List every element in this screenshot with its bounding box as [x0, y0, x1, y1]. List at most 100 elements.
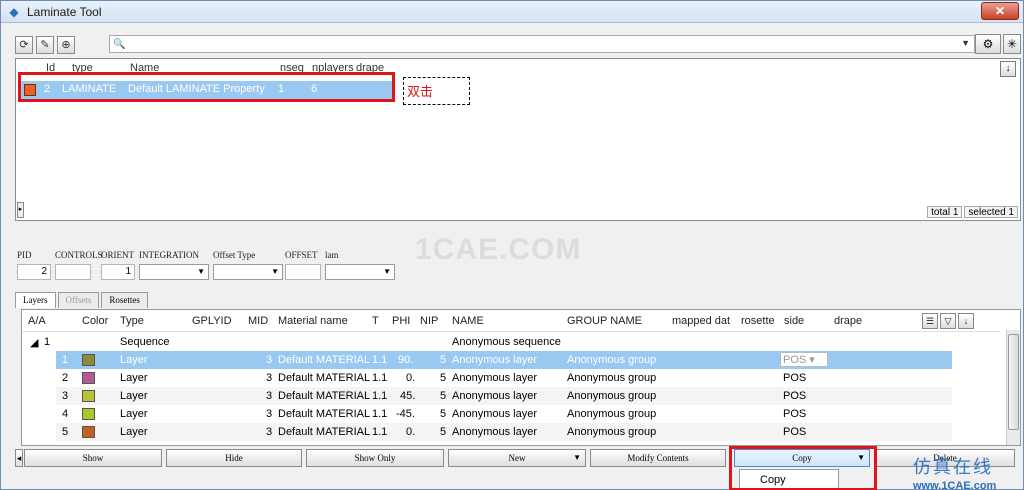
chevron-down-icon: ▼ [573, 453, 581, 462]
status-selected: selected 1 [964, 206, 1018, 218]
refresh-icon[interactable]: ⟳ [15, 36, 33, 54]
header-type[interactable]: Type [120, 315, 144, 327]
header-side[interactable]: side [784, 315, 804, 327]
gear-icon[interactable]: ⚙ [975, 34, 1001, 54]
double-click-annotation: 双击 [403, 77, 470, 105]
row-side: POS [783, 390, 807, 402]
close-button[interactable]: ✕ [981, 2, 1019, 20]
expand-left-icon[interactable]: ▸ [17, 202, 24, 218]
row-mid: 3 [266, 408, 273, 420]
label-controls: CONTROLS [55, 250, 103, 260]
row-t: 1.1 [372, 390, 388, 402]
table-row[interactable]: 2 Layer 3 Default MATERIAL 1.1 0. 5 Anon… [56, 369, 952, 387]
table-row[interactable]: 1 Layer 3 Default MATERIAL 1.1 90. 5 Ano… [56, 351, 952, 369]
layers-table-header: A/A Color Type GPLYID MID Material name … [22, 310, 1000, 332]
row-type: Layer [120, 372, 148, 384]
lam-select[interactable]: ▼ [325, 264, 395, 280]
tab-offsets[interactable]: Offsets [57, 292, 100, 308]
row-phi: 90. [398, 354, 414, 366]
tab-rosettes[interactable]: Rosettes [101, 292, 148, 308]
color-swatch[interactable] [82, 426, 95, 438]
offset-field[interactable] [285, 264, 321, 280]
row-side: POS [783, 372, 807, 384]
row-t: 1.1 [372, 408, 388, 420]
color-swatch[interactable] [82, 354, 95, 366]
table-row[interactable]: 5 Layer 3 Default MATERIAL 1.1 0. 5 Anon… [56, 423, 952, 441]
pid-field[interactable]: 2 [17, 264, 51, 280]
hide-button[interactable]: Hide [166, 449, 302, 467]
row-aa: 2 [62, 372, 69, 384]
search-input[interactable] [127, 36, 974, 52]
row-t: 1.1 [372, 426, 388, 438]
new-button[interactable]: New ▼ [448, 449, 586, 467]
header-mapped[interactable]: mapped dat [672, 315, 730, 327]
label-integration: INTEGRATION [139, 250, 199, 260]
header-aa[interactable]: A/A [28, 315, 46, 327]
header-gplyid[interactable]: GPLYID [192, 315, 232, 327]
header-mid[interactable]: MID [248, 315, 268, 327]
filter-icon[interactable]: ▽ [940, 313, 956, 329]
arrow-down-icon[interactable]: ↓ [1000, 61, 1016, 77]
highlight-box [729, 446, 877, 490]
header-color[interactable]: Color [82, 315, 108, 327]
header-nip[interactable]: NIP [420, 315, 438, 327]
header-tools: ☰ ▽ ↓ [920, 313, 974, 329]
label-orient: ORIENT [101, 250, 134, 260]
row-material: Default MATERIAL [278, 372, 371, 384]
color-swatch[interactable] [82, 390, 95, 402]
show-button[interactable]: Show [24, 449, 162, 467]
brush-icon[interactable]: ✎ [36, 36, 54, 54]
row-name: Anonymous layer [452, 372, 537, 384]
scrollbar-thumb[interactable] [1008, 334, 1019, 430]
show-only-button[interactable]: Show Only [306, 449, 444, 467]
row-group: Anonymous group [567, 408, 657, 420]
row-name: Anonymous layer [452, 426, 537, 438]
brand-watermark: 仿真在线 www.1CAE.com [913, 453, 1024, 490]
tab-layers[interactable]: Layers [15, 292, 56, 308]
row-nip: 5 [440, 408, 447, 420]
offset-type-select[interactable]: ▼ [213, 264, 283, 280]
row-mid: 3 [266, 354, 273, 366]
header-drape[interactable]: drape [834, 315, 862, 327]
status-total: total 1 [927, 206, 963, 218]
header-t[interactable]: T [372, 315, 379, 327]
row-group: Anonymous group [567, 354, 657, 366]
toolbar: ⟳ ✎ ⊕ 🔍 ▼ ⚙ ✳ [15, 34, 1021, 56]
vertical-scrollbar[interactable] [1006, 330, 1020, 445]
label-offset: OFFSET [285, 250, 318, 260]
asterisk-icon[interactable]: ✳ [1003, 34, 1021, 54]
expand-left-icon[interactable]: ◂ [15, 449, 23, 467]
sequence-row[interactable]: ◢ 1 Sequence Anonymous sequence [22, 333, 952, 351]
color-swatch[interactable] [82, 408, 95, 420]
row-material: Default MATERIAL [278, 426, 371, 438]
row-side: POS [783, 426, 807, 438]
table-row[interactable]: 4 Layer 3 Default MATERIAL 1.1 -45. 5 An… [56, 405, 952, 423]
side-select[interactable]: POS ▾ [780, 352, 828, 367]
row-type: Layer [120, 408, 148, 420]
row-material: Default MATERIAL [278, 354, 371, 366]
arrow-down-icon[interactable]: ↓ [958, 313, 974, 329]
search-icon: 🔍 [113, 38, 126, 50]
color-swatch[interactable] [82, 372, 95, 384]
table-row[interactable]: 3 Layer 3 Default MATERIAL 1.1 45. 5 Ano… [56, 387, 952, 405]
row-group: Anonymous group [567, 372, 657, 384]
orient-field[interactable]: 1 [101, 264, 135, 280]
chevron-down-icon[interactable]: ▼ [961, 38, 970, 48]
sequence-type: Sequence [120, 336, 170, 348]
column-list-icon[interactable]: ☰ [922, 313, 938, 329]
tab-bar: Layers Offsets Rosettes [15, 292, 150, 308]
expand-icon[interactable]: ◢ [30, 336, 38, 349]
integration-select[interactable]: ▼ [139, 264, 209, 280]
header-material[interactable]: Material name [278, 315, 348, 327]
row-phi: -45. [396, 408, 415, 420]
controls-field[interactable] [55, 264, 91, 280]
zoom-icon[interactable]: ⊕ [57, 36, 75, 54]
header-rosette[interactable]: rosette [741, 315, 775, 327]
row-material: Default MATERIAL [278, 390, 371, 402]
header-phi[interactable]: PHI [392, 315, 410, 327]
header-name[interactable]: NAME [452, 315, 484, 327]
row-aa: 5 [62, 426, 69, 438]
modify-contents-button[interactable]: Modify Contents [590, 449, 726, 467]
highlight-box [18, 72, 395, 102]
header-group[interactable]: GROUP NAME [567, 315, 642, 327]
